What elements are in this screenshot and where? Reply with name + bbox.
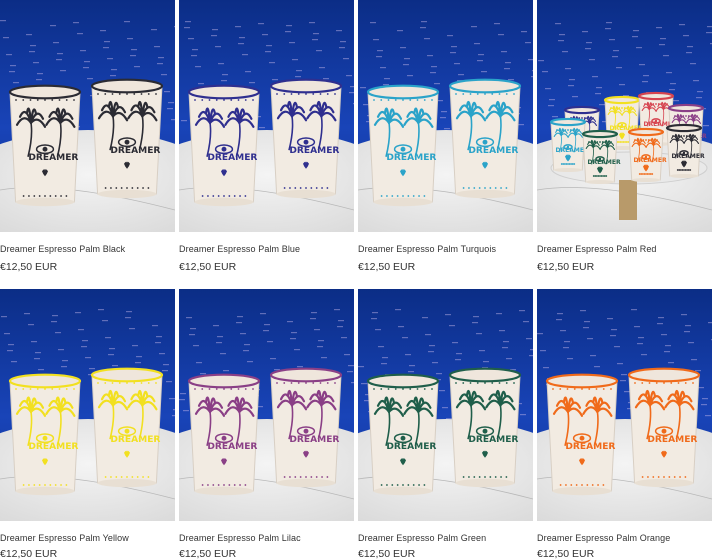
product-photo: DREAMER DREAMER bbox=[179, 0, 354, 232]
product-card[interactable]: DREAMER DREAMER DREAMER DREAMER DREAMER DREAM… bbox=[537, 0, 712, 273]
product-name[interactable]: Dreamer Espresso Palm Red bbox=[537, 244, 657, 254]
product-photo: DREAMERDREAMERDREAMERDREAMER DREAMERDREAM… bbox=[537, 0, 712, 232]
svg-text:DREAMER: DREAMER bbox=[289, 435, 339, 445]
svg-text:DREAMER: DREAMER bbox=[28, 442, 78, 452]
svg-text:DREAMER: DREAMER bbox=[565, 442, 615, 452]
product-price: €12,50 EUR bbox=[358, 261, 416, 273]
product-price: €12,50 EUR bbox=[537, 261, 595, 273]
product-card[interactable]: DREAMER DREAMER Dreamer Espresso Palm Yel… bbox=[0, 289, 175, 560]
svg-text:DREAMER: DREAMER bbox=[468, 146, 518, 156]
product-card[interactable]: DREAMER DREAMER Dreamer Espresso Palm Tur… bbox=[358, 0, 533, 273]
svg-text:DREAMER: DREAMER bbox=[386, 442, 436, 452]
product-card[interactable]: DREAMER DREAMER Dreamer Espresso Palm Bla… bbox=[0, 0, 175, 273]
product-image[interactable]: DREAMER DREAMER bbox=[179, 0, 354, 232]
product-price: €12,50 EUR bbox=[358, 548, 416, 560]
svg-text:DREAMER: DREAMER bbox=[588, 159, 621, 166]
product-image[interactable]: DREAMER DREAMER bbox=[0, 289, 175, 521]
product-name[interactable]: Dreamer Espresso Palm Lilac bbox=[179, 533, 301, 543]
product-card[interactable]: DREAMER DREAMER Dreamer Espresso Palm Lil… bbox=[179, 289, 354, 560]
svg-text:DREAMER: DREAMER bbox=[672, 153, 705, 160]
product-price: €12,50 EUR bbox=[179, 548, 237, 560]
product-card[interactable]: DREAMER DREAMER Dreamer Espresso Palm Ora… bbox=[537, 289, 712, 560]
product-image[interactable]: DREAMER DREAMER bbox=[358, 289, 533, 521]
svg-text:DREAMER: DREAMER bbox=[634, 157, 667, 164]
product-name[interactable]: Dreamer Espresso Palm Turquois bbox=[358, 244, 496, 254]
product-photo: DREAMER DREAMER bbox=[358, 289, 533, 521]
product-card[interactable]: DREAMER DREAMER Dreamer Espresso Palm Gre… bbox=[358, 289, 533, 560]
product-photo: DREAMER DREAMER bbox=[0, 0, 175, 232]
svg-text:DREAMER: DREAMER bbox=[647, 435, 697, 445]
product-price: €12,50 EUR bbox=[537, 548, 595, 560]
product-photo: DREAMER DREAMER bbox=[537, 289, 712, 521]
product-image[interactable]: DREAMER DREAMER DREAMER DREAMER DREAMER DREAM… bbox=[537, 0, 712, 232]
svg-text:DREAMER: DREAMER bbox=[110, 146, 160, 156]
svg-text:DREAMER: DREAMER bbox=[289, 146, 339, 156]
product-grid: DREAMER DREAMER Dreamer Espresso Palm Bla… bbox=[0, 0, 713, 560]
product-photo: DREAMER DREAMER bbox=[0, 289, 175, 521]
product-photo: DREAMER DREAMER bbox=[358, 0, 533, 232]
product-card[interactable]: DREAMER DREAMER Dreamer Espresso Palm Blu… bbox=[179, 0, 354, 273]
product-image[interactable]: DREAMER DREAMER bbox=[179, 289, 354, 521]
product-price: €12,50 EUR bbox=[0, 548, 58, 560]
product-image[interactable]: DREAMER DREAMER bbox=[358, 0, 533, 232]
product-name[interactable]: Dreamer Espresso Palm Black bbox=[0, 244, 125, 254]
svg-text:DREAMER: DREAMER bbox=[207, 442, 257, 452]
product-name[interactable]: Dreamer Espresso Palm Orange bbox=[537, 533, 670, 543]
product-image[interactable]: DREAMER DREAMER bbox=[0, 0, 175, 232]
svg-text:DREAMER: DREAMER bbox=[468, 435, 518, 445]
product-name[interactable]: Dreamer Espresso Palm Yellow bbox=[0, 533, 129, 543]
product-name[interactable]: Dreamer Espresso Palm Green bbox=[358, 533, 486, 543]
svg-text:DREAMER: DREAMER bbox=[28, 153, 78, 163]
product-photo: DREAMER DREAMER bbox=[179, 289, 354, 521]
svg-text:DREAMER: DREAMER bbox=[110, 435, 160, 445]
product-price: €12,50 EUR bbox=[179, 261, 237, 273]
product-image[interactable]: DREAMER DREAMER bbox=[537, 289, 712, 521]
product-price: €12,50 EUR bbox=[0, 261, 58, 273]
svg-text:DREAMER: DREAMER bbox=[207, 153, 257, 163]
svg-text:DREAMER: DREAMER bbox=[386, 153, 436, 163]
product-name[interactable]: Dreamer Espresso Palm Blue bbox=[179, 244, 300, 254]
